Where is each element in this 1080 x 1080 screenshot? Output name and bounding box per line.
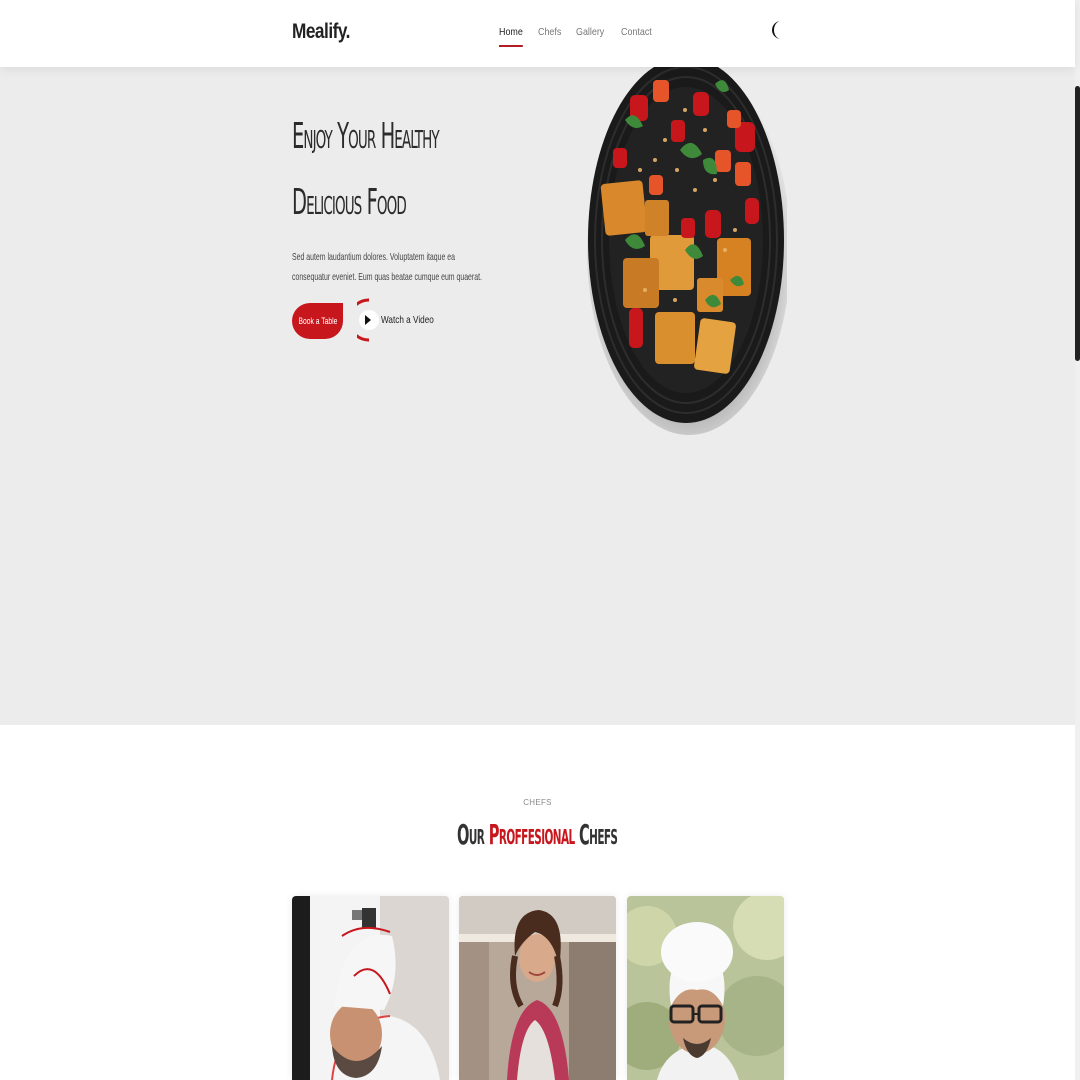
chef-photo: [292, 896, 449, 1080]
chefs-eyebrow: CHEFS: [523, 798, 552, 807]
nav-link-gallery[interactable]: Gallery: [576, 26, 604, 47]
chefs-title-accent: Proffesional: [489, 818, 575, 851]
nav-link-home[interactable]: Home: [499, 26, 523, 47]
play-icon: [347, 298, 379, 342]
book-table-label: Book a Table: [298, 316, 338, 326]
book-table-button[interactable]: Book a Table: [292, 303, 343, 339]
hero-title-line-2: Delicious Food: [292, 182, 407, 223]
nav-link-contact[interactable]: Contact: [621, 26, 652, 47]
main-nav: Home Chefs Gallery Contact: [499, 26, 657, 47]
chef-card[interactable]: [627, 896, 784, 1080]
moon-icon[interactable]: [772, 20, 786, 40]
watch-video-label: Watch a Video: [381, 314, 434, 326]
scrollbar-thumb[interactable]: [1075, 86, 1080, 361]
nav-link-chefs[interactable]: Chefs: [538, 26, 561, 47]
chefs-title-suffix: Chefs: [579, 818, 618, 851]
hero-title-line-1: Enjoy Your Healthy: [292, 116, 440, 157]
hero-title: Enjoy Your Healthy Delicious Food: [292, 104, 520, 236]
chefs-title-prefix: Our: [457, 818, 485, 851]
site-header: Mealify. Home Chefs Gallery Contact: [0, 0, 1075, 67]
watch-video-link[interactable]: Watch a Video: [347, 298, 449, 342]
site-logo[interactable]: Mealify.: [292, 20, 350, 44]
hero-description: Sed autem laudantium dolores. Voluptatem…: [292, 251, 482, 283]
chef-card[interactable]: [292, 896, 449, 1080]
food-plate-image: [585, 50, 791, 435]
chef-photo: [627, 896, 784, 1080]
chefs-title: Our Proffesional Chefs: [0, 818, 1075, 851]
chef-photo: [459, 896, 616, 1080]
chef-card[interactable]: [459, 896, 616, 1080]
hero-section: [0, 67, 1075, 725]
